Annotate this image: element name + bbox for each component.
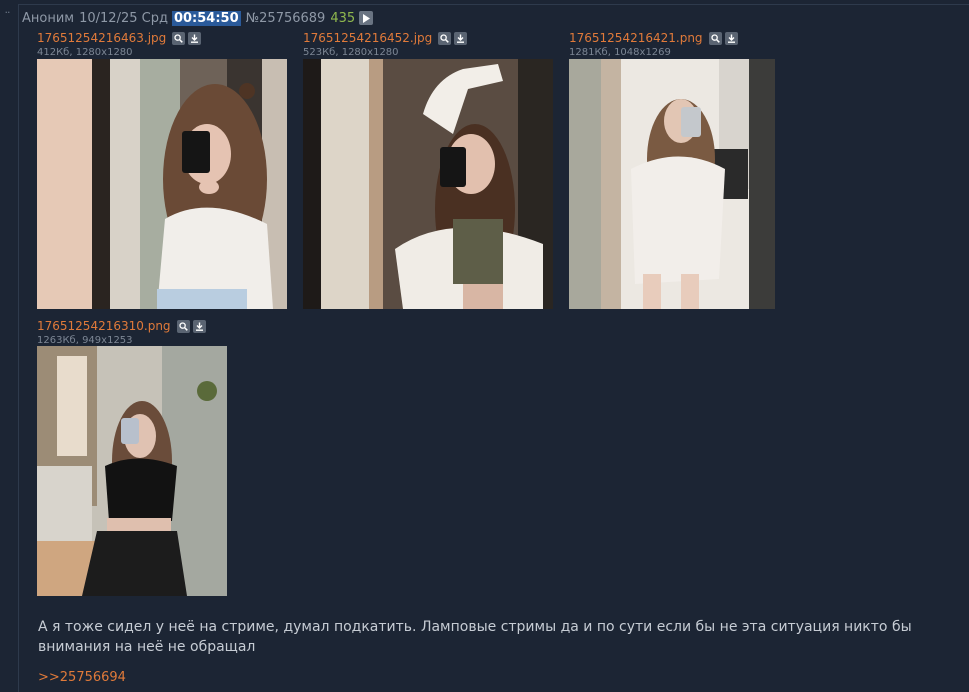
reply-link[interactable]: >>25756694 (38, 670, 126, 685)
download-icon[interactable] (724, 31, 738, 45)
post-date: 10/12/25 Срд (79, 10, 168, 26)
thumbnail-image[interactable] (569, 59, 775, 309)
post-message: А я тоже сидел у неё на стриме, думал по… (38, 619, 912, 655)
search-icon[interactable] (176, 319, 190, 333)
play-icon[interactable] (359, 11, 374, 25)
file-name-link[interactable]: 17651254216421.png (569, 31, 703, 45)
file-block: 17651254216463.jpg 412Кб, 1280x1280 (37, 30, 202, 59)
file-meta: 1281Кб, 1048x1269 (569, 47, 671, 58)
thumbnail-image[interactable] (37, 59, 287, 309)
post-number[interactable]: №25756689 (246, 11, 326, 26)
file-name-link[interactable]: 17651254216310.png (37, 319, 171, 333)
file-block: 17651254216421.png 1281Кб, 1048x1269 (569, 30, 738, 59)
search-icon[interactable] (708, 31, 722, 45)
thumbnail-image[interactable] (37, 346, 227, 596)
download-icon[interactable] (454, 31, 468, 45)
file-meta: 523Кб, 1280x1280 (303, 47, 399, 58)
file-block: 17651254216310.png 1263Кб, 949x1253 (37, 318, 206, 347)
search-icon[interactable] (172, 31, 186, 45)
poster-name: Аноним (22, 10, 75, 26)
download-icon[interactable] (192, 319, 206, 333)
file-meta: 412Кб, 1280x1280 (37, 47, 133, 58)
post-header: Аноним 10/12/25 Срд 00:54:50 №25756689 4… (22, 8, 374, 28)
file-block: 17651254216452.jpg 523Кб, 1280x1280 (303, 30, 468, 59)
file-name-link[interactable]: 17651254216463.jpg (37, 31, 166, 45)
thumbnail-image[interactable] (303, 59, 553, 309)
search-icon[interactable] (438, 31, 452, 45)
download-icon[interactable] (188, 31, 202, 45)
post-menu-dots[interactable]: ·· (0, 6, 14, 19)
file-name-link[interactable]: 17651254216452.jpg (303, 31, 432, 45)
post: Аноним 10/12/25 Срд 00:54:50 №25756689 4… (18, 4, 969, 692)
post-time: 00:54:50 (171, 10, 241, 26)
post-count: 435 (330, 10, 356, 26)
